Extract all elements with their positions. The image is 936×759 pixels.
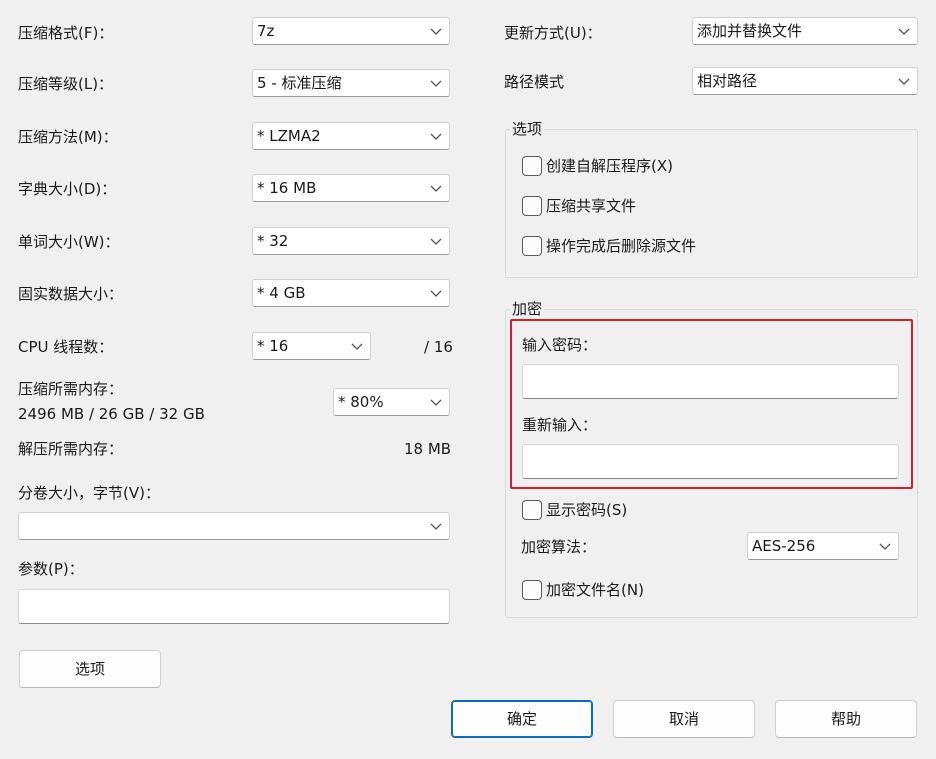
checkbox-box[interactable]	[522, 235, 542, 256]
word-label: 单词大小(W)：	[18, 233, 120, 251]
level-value: 5 - 标准压缩	[257, 74, 342, 92]
format-label: 压缩格式(F)：	[18, 24, 114, 42]
encryption-method-dropdown[interactable]: AES-256	[747, 532, 899, 560]
level-dropdown[interactable]: 5 - 标准压缩	[252, 69, 450, 97]
chevron-down-icon	[430, 28, 442, 35]
encrypt-names-checkbox[interactable]: 加密文件名(N)	[522, 579, 644, 600]
shared-files-checkbox[interactable]: 压缩共享文件	[522, 195, 636, 216]
checkbox-box[interactable]	[522, 195, 542, 216]
word-value: * 32	[257, 232, 289, 250]
sfx-checkbox[interactable]: 创建自解压程序(X)	[522, 155, 673, 176]
chevron-down-icon	[351, 343, 363, 350]
threads-value: * 16	[257, 337, 289, 355]
path-mode-dropdown[interactable]: 相对路径	[692, 67, 918, 95]
mem-usage-value: * 80%	[338, 393, 384, 411]
path-label: 路径模式	[504, 73, 565, 91]
chevron-down-icon	[430, 290, 442, 297]
chevron-down-icon	[898, 28, 910, 35]
method-value: * LZMA2	[257, 127, 321, 145]
mem-compress-detail: 2496 MB / 26 GB / 32 GB	[18, 405, 205, 423]
format-dropdown[interactable]: 7z	[252, 17, 450, 45]
options-button[interactable]: 选项	[19, 650, 161, 688]
show-password-checkbox[interactable]: 显示密码(S)	[522, 499, 627, 520]
method-label: 压缩方法(M)：	[18, 128, 118, 146]
checkbox-box[interactable]	[522, 499, 542, 520]
chevron-down-icon	[430, 185, 442, 192]
shared-files-checkbox-label: 压缩共享文件	[546, 197, 637, 215]
format-value: 7z	[257, 22, 275, 40]
update-label: 更新方式(U)：	[504, 24, 602, 42]
solid-value: * 4 GB	[257, 284, 306, 302]
chevron-down-icon	[430, 238, 442, 245]
chevron-down-icon	[898, 78, 910, 85]
volume-combobox[interactable]	[18, 512, 450, 540]
word-dropdown[interactable]: * 32	[252, 227, 450, 255]
method-dropdown[interactable]: * LZMA2	[252, 122, 450, 150]
checkbox-box[interactable]	[522, 579, 542, 600]
chevron-down-icon	[879, 543, 891, 550]
encrypt-names-label: 加密文件名(N)	[546, 581, 644, 599]
help-button[interactable]: 帮助	[775, 700, 917, 738]
dict-label: 字典大小(D)：	[18, 180, 117, 198]
encryption-method-value: AES-256	[752, 537, 816, 555]
threads-dropdown[interactable]: * 16	[252, 332, 371, 360]
ok-button[interactable]: 确定	[451, 700, 593, 738]
show-password-label: 显示密码(S)	[546, 501, 628, 519]
dict-dropdown[interactable]: * 16 MB	[252, 174, 450, 202]
cancel-button[interactable]: 取消	[613, 700, 755, 738]
solid-label: 固实数据大小：	[18, 285, 124, 303]
update-mode-value: 添加并替换文件	[697, 22, 803, 40]
params-input[interactable]	[18, 589, 450, 624]
password-input[interactable]	[522, 364, 899, 399]
dict-value: * 16 MB	[257, 179, 317, 197]
delete-after-checkbox-label: 操作完成后删除源文件	[546, 237, 697, 255]
threads-max: / 16	[424, 338, 453, 356]
mem-compress-label: 压缩所需内存：	[18, 380, 124, 398]
mem-usage-dropdown[interactable]: * 80%	[333, 388, 450, 416]
path-mode-value: 相对路径	[697, 72, 758, 90]
mem-decompress-label: 解压所需内存：	[18, 440, 124, 458]
delete-after-checkbox[interactable]: 操作完成后删除源文件	[522, 235, 696, 256]
encryption-group-title: 加密	[510, 299, 545, 319]
algo-label: 加密算法：	[521, 538, 597, 556]
password-label: 输入密码：	[522, 336, 598, 354]
solid-dropdown[interactable]: * 4 GB	[252, 279, 450, 307]
chevron-down-icon	[430, 80, 442, 87]
reenter-password-input[interactable]	[522, 444, 899, 479]
level-label: 压缩等级(L)：	[18, 75, 114, 93]
reenter-label: 重新输入：	[522, 416, 598, 434]
chevron-down-icon	[430, 523, 442, 530]
options-group-title: 选项	[510, 119, 545, 139]
params-label: 参数(P)：	[18, 560, 84, 578]
checkbox-box[interactable]	[522, 155, 542, 176]
update-mode-dropdown[interactable]: 添加并替换文件	[692, 17, 918, 45]
mem-decompress-value: 18 MB	[404, 440, 452, 458]
chevron-down-icon	[430, 133, 442, 140]
sfx-checkbox-label: 创建自解压程序(X)	[546, 157, 673, 175]
volume-label: 分卷大小，字节(V)：	[18, 484, 160, 502]
threads-label: CPU 线程数：	[18, 338, 114, 356]
chevron-down-icon	[430, 399, 442, 406]
